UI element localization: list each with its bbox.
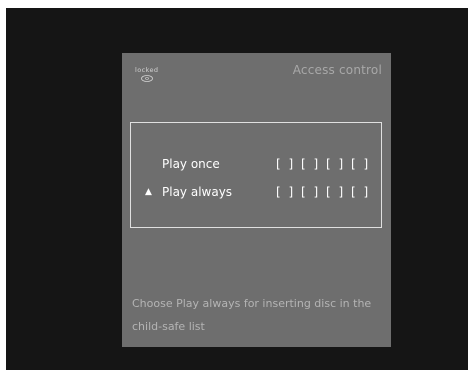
lock-status-label: locked [135, 66, 159, 74]
option-play-always[interactable]: ▲ Play always [ ] [ ] [ ] [ ] [131, 183, 381, 201]
option-play-once[interactable]: Play once [ ] [ ] [ ] [ ] [131, 155, 381, 173]
code-input-slots[interactable]: [ ] [ ] [ ] [ ] [276, 183, 369, 201]
selection-marker-icon: ▲ [145, 187, 152, 197]
help-line-2: child-safe list [132, 320, 205, 333]
code-input-slots[interactable]: [ ] [ ] [ ] [ ] [276, 155, 369, 173]
access-control-panel: locked Access control Play once [ ] [ ] … [122, 53, 391, 347]
help-line-1: Choose Play always for inserting disc in… [132, 297, 372, 310]
help-text: Choose Play always for inserting disc in… [132, 292, 384, 338]
options-list: Play once [ ] [ ] [ ] [ ] ▲ Play always … [130, 122, 382, 228]
lock-indicator: locked [135, 66, 165, 88]
tv-screen: locked Access control Play once [ ] [ ] … [6, 8, 468, 370]
option-label: Play once [162, 157, 220, 171]
option-label: Play always [162, 185, 233, 199]
page-title: Access control [292, 63, 382, 77]
disc-icon [141, 75, 153, 82]
